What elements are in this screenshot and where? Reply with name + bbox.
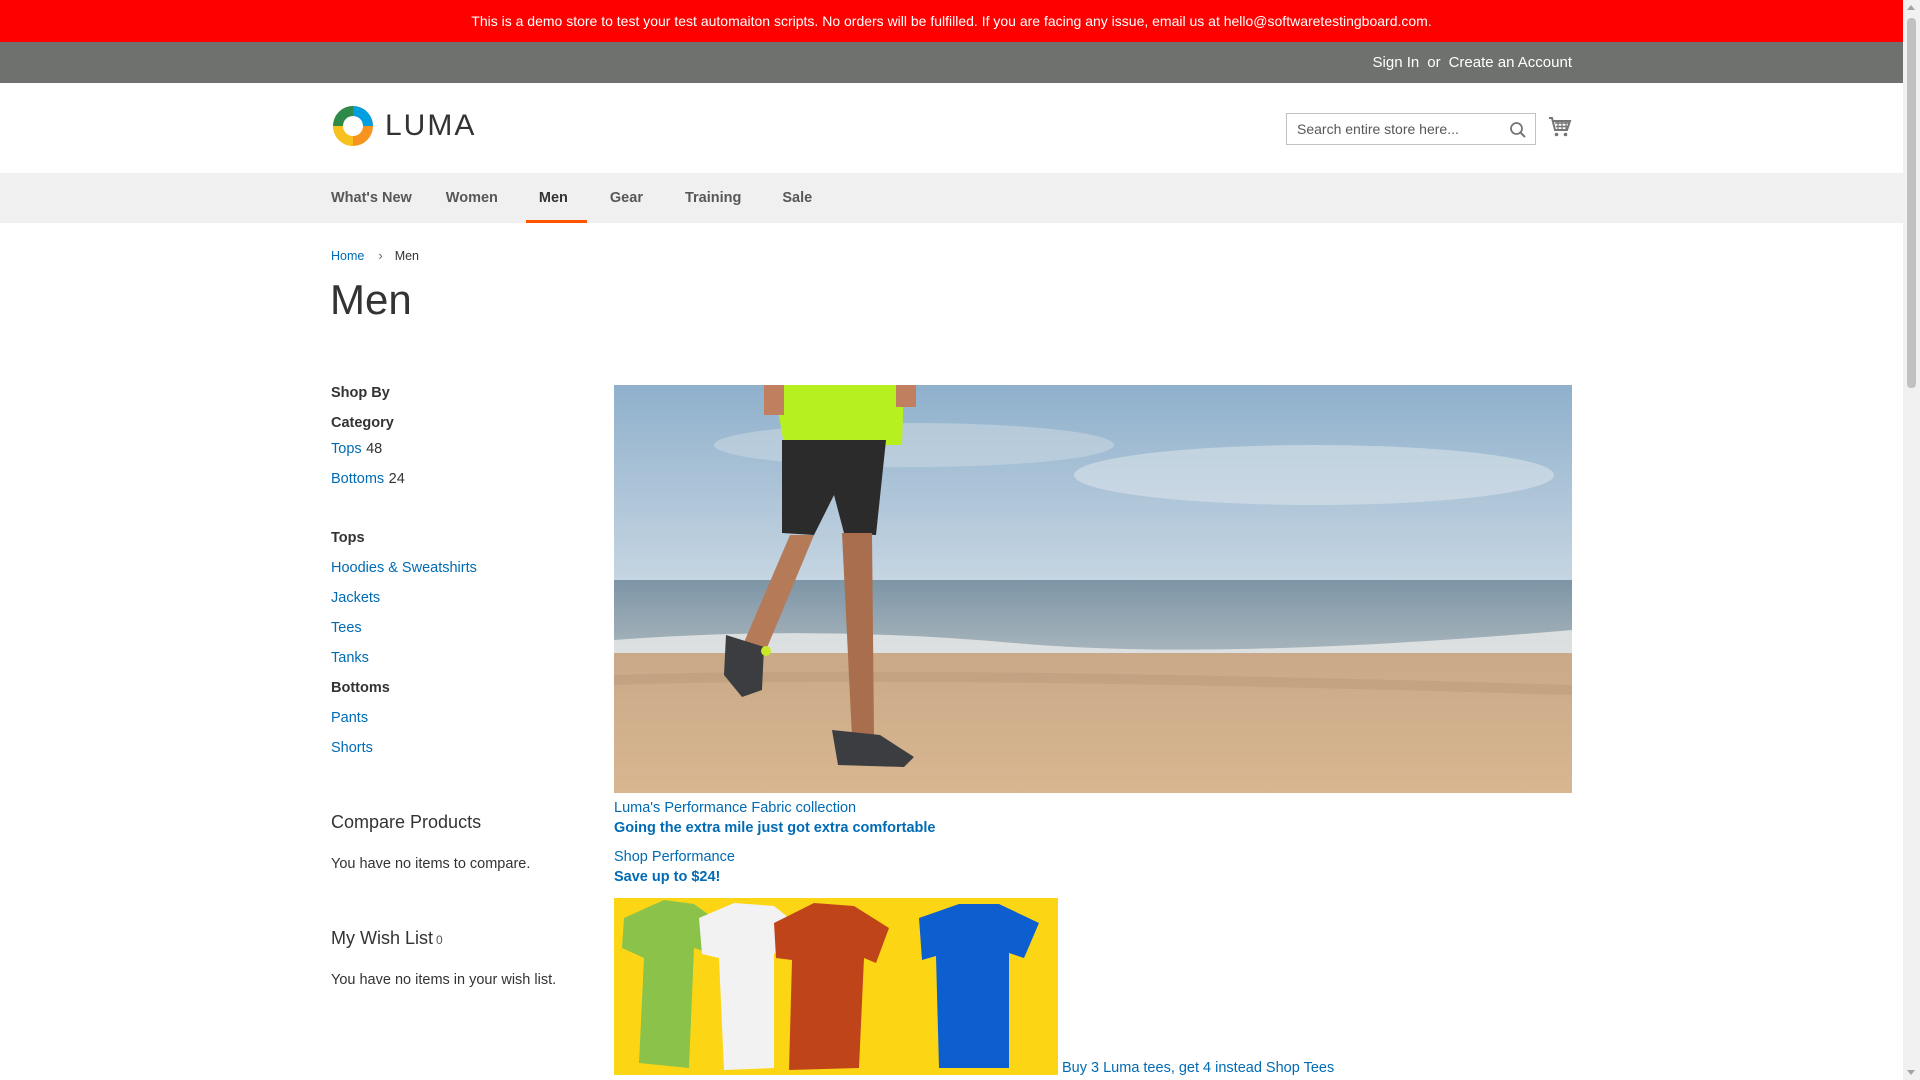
tees-illustration — [614, 898, 1058, 1075]
link-tanks[interactable]: Tanks — [331, 650, 369, 666]
link-hoodies-sweatshirts[interactable]: Hoodies & Sweatshirts — [331, 560, 477, 576]
page-scrollbar[interactable] — [1903, 0, 1920, 1080]
promo-1-subtitle[interactable]: Going the extra mile just got extra comf… — [614, 820, 935, 836]
scrollbar-thumb[interactable] — [1907, 18, 1916, 388]
category-count-tops: 48 — [366, 441, 383, 457]
category-count-bottoms: 24 — [388, 471, 405, 487]
nav-item-gear[interactable]: Gear — [610, 173, 643, 223]
link-shorts[interactable]: Shorts — [331, 740, 373, 756]
nav-item-women[interactable]: Women — [446, 173, 498, 223]
or-text: or — [1427, 54, 1441, 71]
link-tees[interactable]: Tees — [331, 620, 362, 636]
nav-item-sale[interactable]: Sale — [782, 173, 812, 223]
wishlist-title: My Wish List — [331, 928, 434, 948]
category-item-tops: Tops 48 — [331, 440, 382, 458]
header-top-bar: Sign In or Create an Account — [0, 42, 1903, 83]
wishlist-heading: My Wish List 0 — [331, 928, 443, 949]
promo-2: Shop Performance — [614, 849, 735, 865]
performance-fabric-hero-image[interactable] — [614, 385, 1572, 793]
wishlist-count: 0 — [436, 933, 443, 947]
promo-1: Luma's Performance Fabric collection — [614, 800, 856, 816]
tees-promo-caption[interactable]: Buy 3 Luma tees, get 4 instead Shop Tees — [1062, 1060, 1334, 1076]
search-input[interactable] — [1287, 114, 1517, 144]
scroll-up-arrow-icon[interactable] — [1907, 5, 1915, 10]
compare-products-title: Compare Products — [331, 812, 482, 832]
header-links: Sign In or Create an Account — [1373, 42, 1572, 83]
search-icon[interactable] — [1509, 121, 1527, 139]
scroll-down-arrow-icon[interactable] — [1907, 1070, 1915, 1075]
breadcrumb: Home › Men — [331, 248, 419, 263]
link-pants[interactable]: Pants — [331, 710, 368, 726]
sign-in-link[interactable]: Sign In — [1373, 54, 1420, 71]
category-item-bottoms: Bottoms 24 — [331, 470, 405, 488]
compare-products-empty-text: You have no items to compare. — [331, 856, 531, 872]
breadcrumb-separator-icon: › — [378, 248, 383, 263]
luma-logo-text: LUMA — [385, 109, 477, 142]
category-link-bottoms[interactable]: Bottoms — [331, 471, 384, 487]
page-title: Men — [330, 276, 412, 323]
nav-item-whats-new[interactable]: What's New — [331, 173, 412, 223]
demo-notice-text: This is a demo store to test your test a… — [471, 13, 1432, 29]
promo-2-subtitle-row: Save up to $24! — [614, 869, 720, 885]
create-account-link[interactable]: Create an Account — [1449, 54, 1572, 71]
luma-logo-icon — [333, 106, 373, 146]
search-box — [1286, 113, 1536, 145]
cart-icon[interactable] — [1548, 116, 1572, 138]
shop-by-title: Shop By — [331, 385, 390, 401]
nav-item-men[interactable]: Men — [525, 173, 587, 223]
nav-item-training[interactable]: Training — [685, 173, 741, 223]
promo-2-link[interactable]: Shop Performance — [614, 849, 735, 865]
promo-2-subtitle[interactable]: Save up to $24! — [614, 869, 720, 885]
luma-logo[interactable]: LUMA — [331, 104, 476, 148]
category-title: Category — [331, 415, 394, 431]
nav-items: What's New Women Men Gear Training Sale — [331, 173, 812, 223]
breadcrumb-home[interactable]: Home — [331, 249, 364, 263]
demo-notice-banner: This is a demo store to test your test a… — [0, 0, 1903, 42]
promo-1-link[interactable]: Luma's Performance Fabric collection — [614, 800, 856, 816]
tops-title: Tops — [331, 530, 365, 546]
link-jackets[interactable]: Jackets — [331, 590, 380, 606]
bottoms-title: Bottoms — [331, 680, 390, 696]
tees-promo-image[interactable] — [614, 898, 1058, 1075]
promo-1-subtitle-row: Going the extra mile just got extra comf… — [614, 820, 935, 836]
category-link-tops[interactable]: Tops — [331, 441, 362, 457]
hero-illustration — [614, 385, 1572, 793]
header-main: LUMA — [0, 83, 1903, 173]
main-nav: What's New Women Men Gear Training Sale — [0, 173, 1903, 223]
breadcrumb-current: Men — [394, 248, 420, 263]
wishlist-empty-text: You have no items in your wish list. — [331, 972, 557, 988]
